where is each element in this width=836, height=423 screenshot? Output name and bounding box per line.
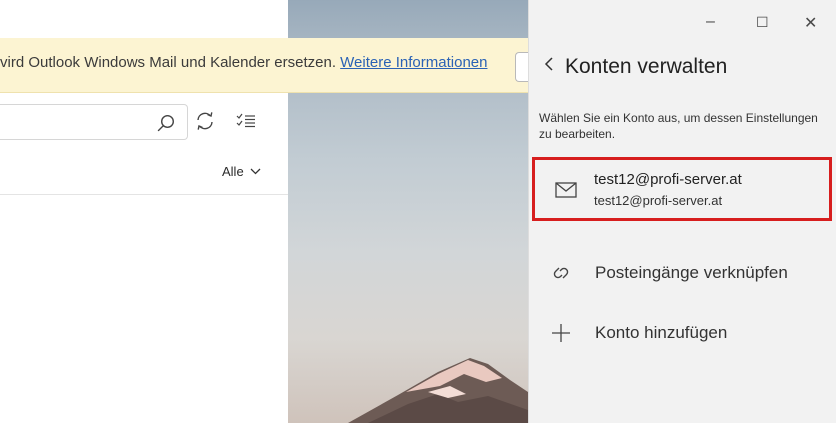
account-email: test12@profi-server.at <box>594 193 723 208</box>
filter-row: Alle <box>0 150 288 195</box>
back-chevron-icon[interactable] <box>542 56 556 72</box>
filter-label: Alle <box>222 164 244 179</box>
filter-dropdown[interactable]: Alle <box>222 164 261 179</box>
link-icon <box>553 267 569 279</box>
link-inboxes-button[interactable]: Posteingänge verknüpfen <box>549 258 788 288</box>
panel-title: Konten verwalten <box>565 55 728 78</box>
chevron-down-icon <box>250 168 261 175</box>
more-info-link[interactable]: Weitere Informationen <box>340 54 487 71</box>
banner-message: vird Outlook Windows Mail und Kalender e… <box>0 54 336 71</box>
banner-text-container: vird Outlook Windows Mail und Kalender e… <box>0 54 487 71</box>
plus-icon <box>552 324 570 342</box>
maximize-button[interactable]: ☐ <box>756 14 769 31</box>
minimize-button[interactable]: – <box>706 13 715 31</box>
add-account-label: Konto hinzufügen <box>595 323 728 342</box>
mail-icon <box>555 182 577 198</box>
account-item[interactable]: test12@profi-server.at test12@profi-serv… <box>532 157 832 221</box>
account-name: test12@profi-server.at <box>594 171 742 188</box>
search-input[interactable] <box>0 104 188 140</box>
add-account-button[interactable]: Konto hinzufügen <box>549 318 727 348</box>
notification-banner: vird Outlook Windows Mail und Kalender e… <box>0 38 530 93</box>
sync-icon[interactable] <box>194 110 216 132</box>
close-button[interactable]: ✕ <box>804 13 817 33</box>
select-mode-icon[interactable] <box>236 112 256 130</box>
panel-description: Wählen Sie ein Konto aus, um dessen Eins… <box>539 111 818 141</box>
manage-accounts-panel: – ☐ ✕ Konten verwalten Wählen Sie ein Ko… <box>528 0 836 423</box>
search-icon[interactable] <box>157 114 175 132</box>
title-bar-left <box>0 0 288 38</box>
link-inboxes-label: Posteingänge verknüpfen <box>595 263 788 282</box>
